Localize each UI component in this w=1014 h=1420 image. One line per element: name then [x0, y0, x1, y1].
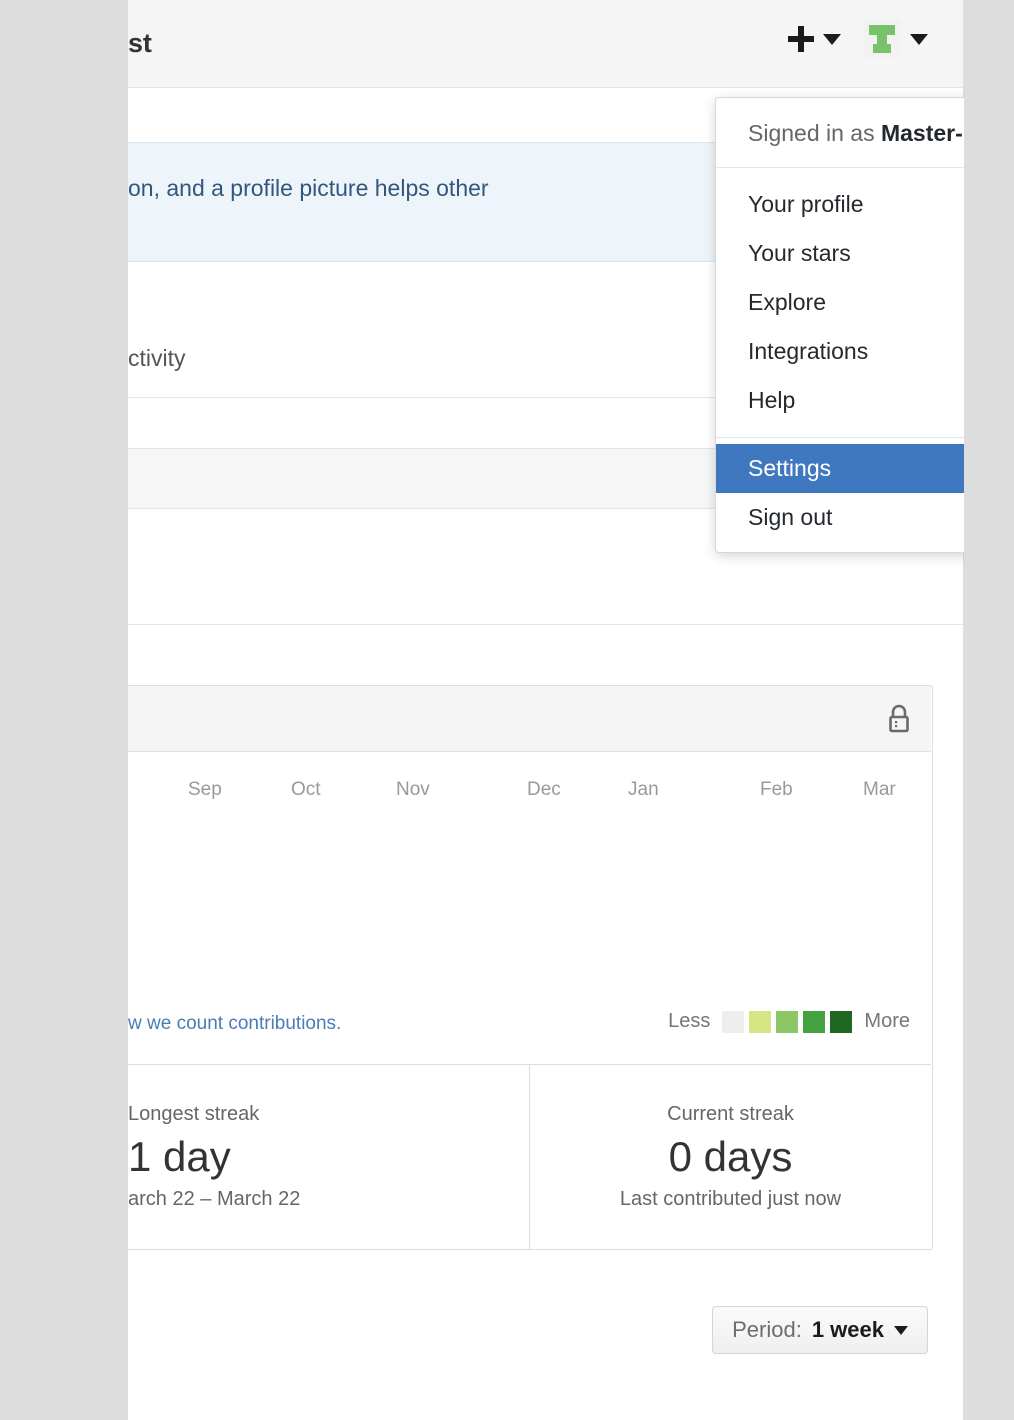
user-menu-button[interactable]: [863, 20, 928, 58]
signed-in-prefix: Signed in as: [748, 120, 881, 146]
legend-swatch-0: [722, 1010, 745, 1033]
contribution-week-column: [219, 808, 245, 934]
legend-swatch-1: [749, 1010, 772, 1033]
month-label-dec: Dec: [527, 779, 561, 800]
period-value: 1 week: [811, 1317, 884, 1342]
period-label: Period:: [732, 1317, 802, 1342]
contribution-week-column: [609, 808, 635, 934]
contribution-week-column: [141, 808, 167, 934]
contribution-week-column: [375, 808, 401, 934]
longest-streak-range: arch 22 – March 22: [128, 1188, 301, 1211]
contribution-week-column: [635, 808, 661, 934]
contribution-week-column: [583, 808, 609, 934]
contribution-week-column: [479, 808, 505, 934]
site-header: st: [128, 0, 964, 88]
contribution-legend: Less More: [668, 1010, 910, 1033]
month-label-nov: Nov: [396, 779, 430, 800]
contribution-week-column: [739, 808, 765, 934]
contribution-week-column: [531, 808, 557, 934]
signed-in-username: Master-iOS: [880, 120, 964, 146]
legend-less-label: Less: [668, 1010, 711, 1032]
chevron-down-icon: [910, 33, 928, 45]
menu-group-primary: Your profile Your stars Explore Integration…: [716, 168, 964, 437]
longest-streak-title: Longest streak: [128, 1103, 260, 1125]
contribution-week-column: [245, 808, 271, 934]
contribution-week-column: [713, 808, 739, 934]
month-label-mar: Mar: [863, 779, 896, 800]
contribution-week-column: [193, 808, 219, 934]
contribution-week-column: [661, 808, 687, 934]
contribution-week-column: [297, 808, 323, 934]
legend-swatch-4: [830, 1010, 853, 1033]
menu-item-your-stars[interactable]: Your stars: [716, 229, 964, 278]
contribution-week-column: [557, 808, 583, 934]
legend-swatches: [722, 1010, 853, 1033]
plus-icon: [788, 26, 814, 52]
signed-in-as-label: Signed in as Master-iOS: [716, 98, 964, 168]
legend-swatch-2: [776, 1010, 799, 1033]
page-viewport: st on, and a profile picture helps other: [128, 0, 964, 1420]
period-selector-button[interactable]: Period: 1 week: [712, 1306, 928, 1354]
current-streak-title: Current streak: [667, 1103, 794, 1125]
month-label-feb: Feb: [760, 779, 793, 800]
notice-text: on, and a profile picture helps other: [128, 175, 489, 201]
page-right-gutter: [963, 0, 1014, 1420]
chevron-down-icon: [894, 1325, 908, 1335]
page-title: st: [128, 28, 152, 58]
contribution-week-column: [271, 808, 297, 934]
contribution-week-column: [349, 808, 375, 934]
contribution-week-column: [401, 808, 427, 934]
lock-icon: [889, 704, 909, 733]
header-actions: [788, 20, 928, 58]
user-dropdown-menu: Signed in as Master-iOS Your profileYour…: [715, 97, 964, 553]
menu-item-integrations[interactable]: Integrations: [716, 327, 964, 376]
contribution-week-column: [869, 808, 895, 934]
current-streak-value: 0 days: [668, 1133, 793, 1180]
longest-streak: Longest streak 1 day arch 22 – March 22: [128, 1065, 529, 1249]
activity-heading: ctivity: [128, 345, 186, 371]
longest-streak-value: 1 day: [128, 1133, 231, 1180]
current-streak: Current streak 0 days Last contributed j…: [529, 1065, 931, 1249]
divider: [128, 624, 964, 625]
contribution-week-column: [765, 808, 791, 934]
month-label-oct: Oct: [291, 779, 321, 800]
legend-more-label: More: [864, 1010, 910, 1032]
month-label-jan: Jan: [628, 779, 659, 800]
contribution-week-column: [791, 808, 817, 934]
legend-swatch-3: [803, 1010, 826, 1033]
menu-item-your-profile[interactable]: Your profile: [716, 180, 964, 229]
contribution-week-column: [505, 808, 531, 934]
current-streak-range: Last contributed just now: [619, 1188, 842, 1211]
month-label-sep: Sep: [188, 779, 222, 800]
contribution-week-column: [817, 808, 843, 934]
menu-item-sign-out[interactable]: Sign out: [716, 493, 964, 542]
contribution-week-column: [167, 808, 193, 934]
menu-item-explore[interactable]: Explore: [716, 278, 964, 327]
contributions-card-header: [128, 686, 931, 752]
contribution-week-column: [427, 808, 453, 934]
contribution-graph: [141, 808, 921, 934]
contribution-week-column: [895, 808, 921, 862]
contribution-week-column: [843, 808, 869, 934]
menu-item-settings[interactable]: Settings: [716, 444, 964, 493]
contribution-week-column: [687, 808, 713, 934]
contribution-month-labels: Sep Oct Nov Dec Jan Feb Mar: [128, 779, 931, 807]
menu-group-secondary: Settings Sign out: [716, 437, 964, 552]
streak-summary: Longest streak 1 day arch 22 – March 22 …: [128, 1064, 931, 1249]
contribution-week-column: [453, 808, 479, 934]
avatar: [863, 20, 901, 58]
contribution-count-link[interactable]: w we count contributions.: [128, 1013, 341, 1035]
contributions-card: Sep Oct Nov Dec Jan Feb Mar w we count contrib…: [128, 685, 933, 1250]
create-new-button[interactable]: [788, 26, 841, 52]
chevron-down-icon: [823, 33, 841, 45]
contribution-week-column: [323, 808, 349, 934]
menu-item-help[interactable]: Help: [716, 376, 964, 425]
